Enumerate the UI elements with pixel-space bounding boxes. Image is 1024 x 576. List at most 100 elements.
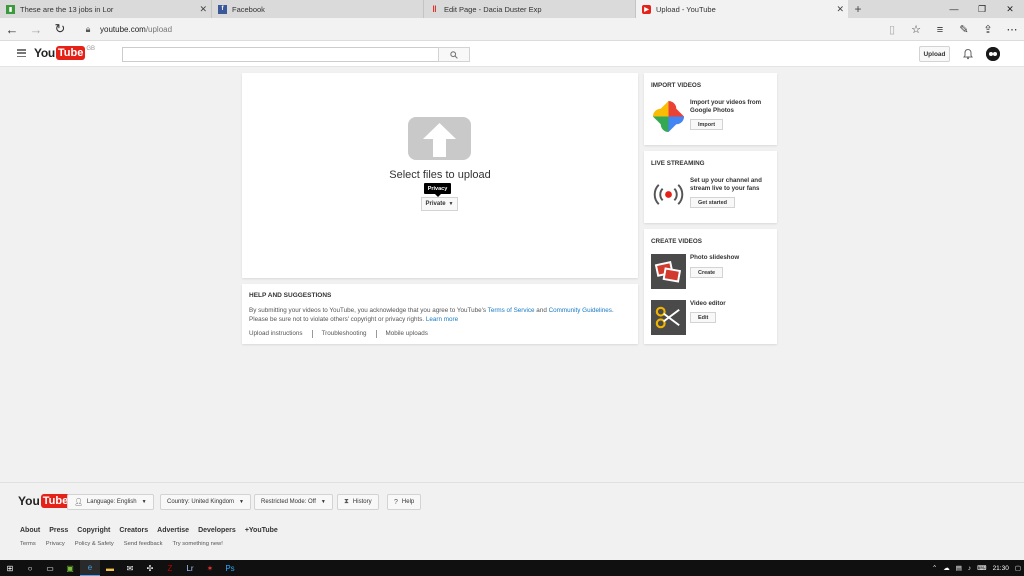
live-streaming-card: LIVE STREAMING Set up your channel and s… [644,151,777,223]
more-icon[interactable]: ⋯ [1000,18,1024,41]
create-videos-card: CREATE VIDEOS Photo slideshow Create Vid… [644,229,777,344]
mail-icon[interactable]: ✉ [120,560,140,576]
youtube-masthead: You Tube GB Upload [0,41,1024,67]
create-button[interactable]: Create [690,267,724,278]
hub-icon[interactable]: ≡ [928,18,952,41]
community-guidelines-link[interactable]: Community Guidelines [549,307,612,314]
logo-tube: Tube [40,494,71,508]
country-label: Country: United Kingdom [167,499,235,505]
store-icon[interactable]: ▣ [60,560,80,576]
restricted-mode-button[interactable]: Restricted Mode: Off ▼ [254,494,333,510]
help-button[interactable]: ? Help [387,494,422,510]
learn-more-link[interactable]: Learn more [426,316,458,323]
get-started-button[interactable]: Get started [690,197,736,208]
footer-youtube-logo[interactable]: You Tube [18,494,71,508]
edit-button[interactable]: Edit [690,312,717,323]
file-explorer-icon[interactable]: ▬ [100,560,120,576]
footer-link[interactable]: Policy & Safety [75,541,114,547]
upload-button[interactable]: Upload [919,46,950,62]
import-button[interactable]: Import [690,119,724,130]
live-title: LIVE STREAMING [651,160,705,167]
url-field[interactable]: youtube.com/upload [100,25,172,34]
scissors-icon [651,300,686,335]
help-links: Upload instructions Troubleshooting Mobi… [249,330,631,338]
search-input[interactable] [122,47,438,62]
share-icon[interactable]: ⇪ [976,18,1000,41]
refresh-icon[interactable]: ↻ [48,18,72,41]
close-tab-icon[interactable]: ✕ [836,4,844,15]
app-icon[interactable]: ✣ [140,560,160,576]
filezilla-icon[interactable]: Z [160,560,180,576]
clock[interactable]: 21:30 [993,565,1009,572]
mobile-uploads-link[interactable]: Mobile uploads [375,330,437,338]
footer-secondary-links: Terms Privacy Policy & Safety Send feedb… [20,541,233,547]
help-label: Help [401,499,415,505]
minimize-icon[interactable]: — [940,0,968,18]
footer-link[interactable]: Copyright [77,527,110,534]
favorite-star-icon[interactable]: ☆ [904,18,928,41]
browser-tab-3[interactable]: ‖ Edit Page - Dacia Duster Exp [424,0,636,18]
browser-tab-1[interactable]: ▮ These are the 13 jobs in Lor ✕ [0,0,212,18]
close-window-icon[interactable]: ✕ [996,0,1024,18]
app-icon[interactable]: ✶ [200,560,220,576]
import-title: IMPORT VIDEOS [651,82,702,89]
country-button[interactable]: Country: United Kingdom ▼ [160,494,251,510]
lightroom-icon[interactable]: Lr [180,560,200,576]
upload-arrow-icon[interactable] [408,117,471,160]
guide-menu-icon[interactable] [17,49,26,57]
edge-browser-icon[interactable]: e [80,560,100,576]
chevron-up-icon[interactable]: ⌃ [932,564,937,572]
close-tab-icon[interactable]: ✕ [199,4,207,15]
browser-tab-2[interactable]: f Facebook [212,0,424,18]
lock-icon: 🔒︎ [85,23,91,34]
privacy-dropdown[interactable]: Private ▼ [421,197,458,211]
cloud-icon[interactable]: ☁ [943,564,950,572]
footer-link[interactable]: About [20,527,40,534]
footer-primary-links: About Press Copyright Creators Advertise… [20,527,287,534]
slideshow-text: Photo slideshow [690,254,740,261]
footer-link[interactable]: Privacy [46,541,65,547]
network-icon[interactable]: ▤ [956,564,962,572]
create-title: CREATE VIDEOS [651,238,702,245]
youtube-logo[interactable]: You Tube GB [34,46,95,60]
photoshop-icon[interactable]: Ps [220,560,240,576]
footer-link[interactable]: +YouTube [245,527,278,534]
footer-link[interactable]: Creators [119,527,148,534]
upload-instructions-link[interactable]: Upload instructions [249,330,312,338]
terms-of-service-link[interactable]: Terms of Service [488,307,535,314]
web-note-icon[interactable]: ✎ [952,18,976,41]
restore-icon[interactable]: ❐ [968,0,996,18]
notifications-icon[interactable]: ▢ [1015,564,1021,572]
footer-link[interactable]: Advertise [157,527,189,534]
windows-taskbar: ⊞ ○ ▭ ▣ e ▬ ✉ ✣ Z Lr ✶ Ps ⌃ ☁ ▤ ♪ ⌨ 21:3… [0,560,1024,576]
footer-link[interactable]: Terms [20,541,36,547]
reading-view-icon[interactable]: ▯ [880,18,904,41]
footer-link[interactable]: Send feedback [124,541,163,547]
pause-bars-icon: ‖ [432,4,437,14]
import-videos-card: IMPORT VIDEOS Import your videos from Go… [644,73,777,145]
search-button[interactable] [438,47,470,62]
avatar[interactable] [986,47,1000,61]
forward-arrow-icon[interactable]: → [24,18,48,41]
footer-link[interactable]: Press [49,527,68,534]
bell-icon[interactable] [962,48,974,60]
select-files-title[interactable]: Select files to upload [242,169,638,181]
troubleshooting-link[interactable]: Troubleshooting [311,330,376,338]
keyboard-icon[interactable]: ⌨ [977,564,986,572]
volume-icon[interactable]: ♪ [968,565,971,572]
task-view-icon[interactable]: ▭ [40,560,60,576]
logo-tube: Tube [55,46,86,60]
caret-down-icon: ▼ [239,499,244,505]
caret-down-icon: ▼ [320,499,326,505]
language-button[interactable]: 👤︎ Language: English ▼ [67,494,154,510]
browser-tab-4[interactable]: ▶ Upload - YouTube ✕ [636,0,848,18]
cortana-icon[interactable]: ○ [20,560,40,576]
footer-link[interactable]: Developers [198,527,236,534]
new-tab-button[interactable]: + [848,0,868,18]
back-arrow-icon[interactable]: ← [0,18,24,41]
windows-start-icon[interactable]: ⊞ [0,560,20,576]
history-button[interactable]: ⧗ History [337,494,379,510]
footer-link[interactable]: Try something new! [172,541,222,547]
help-text-part: By submitting your videos to YouTube, yo… [249,307,488,314]
caret-down-icon: ▼ [448,201,454,207]
